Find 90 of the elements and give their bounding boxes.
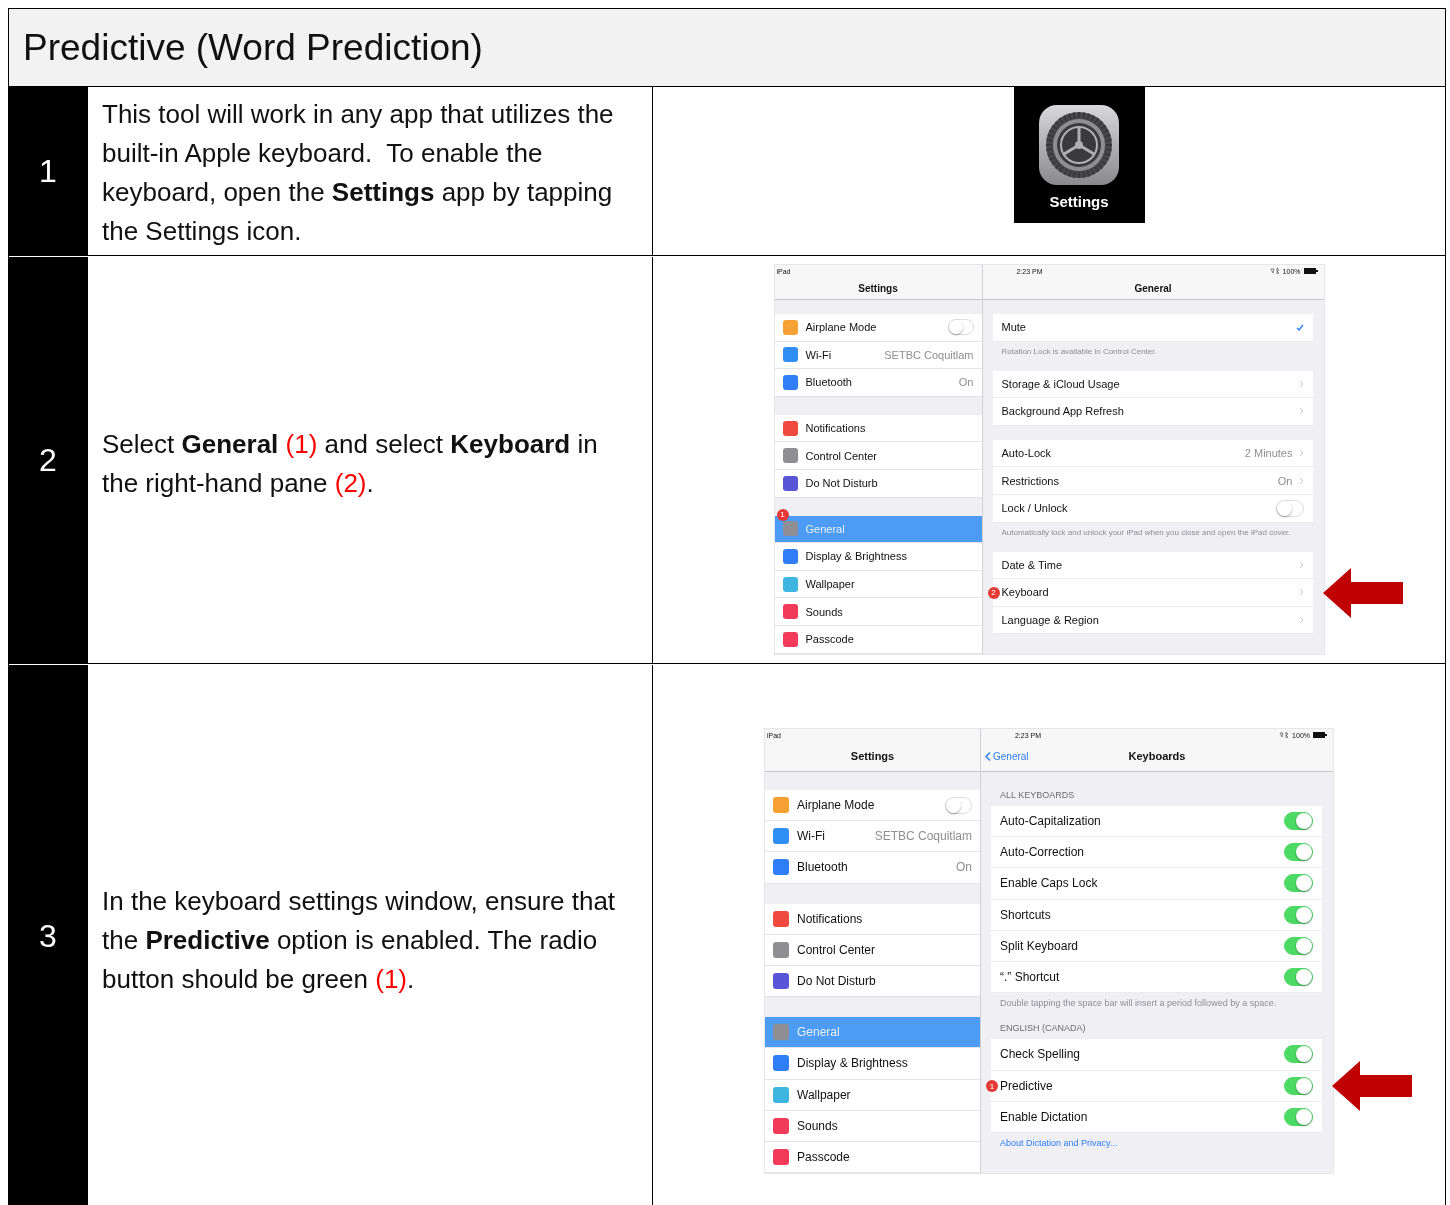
step-number: 2: [39, 442, 57, 479]
chevron-icon: [1298, 476, 1304, 485]
nav-title: Keyboards: [1128, 750, 1186, 762]
settings-row[interactable]: Enable Dictation: [991, 1101, 1322, 1133]
toggle-switch[interactable]: [1284, 1045, 1313, 1064]
battery-icon: [1303, 268, 1318, 274]
sidebar-item[interactable]: Display & Brightness: [765, 1048, 980, 1080]
row-value: On: [956, 860, 972, 875]
settings-row[interactable]: Background App Refresh: [992, 398, 1313, 426]
settings-row[interactable]: Lock / Unlock: [992, 494, 1313, 523]
chevron-icon: [1298, 449, 1304, 458]
settings-row[interactable]: Auto-Lock 2 Minutes: [992, 439, 1313, 468]
toggle-switch[interactable]: [1276, 499, 1304, 517]
settings-row[interactable]: Shortcuts: [991, 899, 1322, 931]
sidebar-item[interactable]: Passcode: [765, 1141, 980, 1174]
chevron-icon: [1298, 407, 1304, 416]
sidebar-item[interactable]: Bluetooth On: [765, 852, 980, 884]
settings-row[interactable]: Split Keyboard: [991, 930, 1322, 962]
row-value: 2 Minutes: [1244, 447, 1293, 460]
settings-row[interactable]: Restrictions On: [992, 467, 1313, 495]
toggle-switch[interactable]: [1284, 812, 1313, 831]
settings-row[interactable]: Mute: [992, 314, 1313, 342]
chevron-icon: [1298, 588, 1304, 597]
sidebar-item[interactable]: Notifications: [774, 414, 982, 443]
sidebar-item[interactable]: Passcode: [774, 625, 982, 654]
toggle-switch[interactable]: [944, 796, 972, 814]
nav-title: General: [1134, 282, 1172, 294]
sidebar-item[interactable]: Notifications: [765, 903, 980, 935]
row-value: On: [1277, 474, 1293, 487]
battery-icon: [1313, 732, 1327, 738]
sidebar-item[interactable]: Sounds: [774, 598, 982, 626]
toggle-switch[interactable]: [1284, 905, 1313, 924]
section-header: ENGLISH (CANADA): [999, 1023, 1087, 1036]
sidebar-item[interactable]: Sounds: [765, 1110, 980, 1142]
settings-row[interactable]: Auto-Correction: [991, 837, 1322, 869]
step-number: 3: [39, 917, 57, 955]
sidebar-item[interactable]: Wi-Fi SETBC Coquitlam: [774, 341, 982, 370]
settings-row[interactable]: “.” Shortcut: [991, 961, 1322, 994]
footer-note: Rotation Lock is available in Control Center.: [1000, 345, 1158, 357]
row-value: SETBC Coquitlam: [874, 829, 972, 844]
footer-note: Automatically lock and unlock your iPad when you close and open the iPad cover.: [1000, 526, 1292, 538]
toggle-switch[interactable]: [1284, 936, 1313, 955]
step-instruction: In the keyboard settings window, ensure that the Predictive option is enabled. The radio button should be green (1).: [102, 884, 617, 996]
row-value: On: [958, 376, 974, 389]
step-number: 1: [39, 153, 57, 190]
back-link[interactable]: General: [985, 750, 1029, 762]
step-instruction: Select General (1) and select Keyboard in the right-hand pane (2).: [102, 428, 599, 500]
step-instruction: This tool will work in any app that utilizes the built-in Apple keyboard. To enable the keyboard, open the Settings app by tapping the Settings icon.: [102, 98, 615, 248]
sidebar-item[interactable]: Do Not Disturb: [774, 469, 982, 498]
app-icon-label: Settings: [1049, 193, 1109, 210]
row-value: SETBC Coquitlam: [884, 348, 974, 361]
sidebar-item[interactable]: Wallpaper: [765, 1079, 980, 1111]
chevron-icon: [1298, 379, 1304, 388]
chevron-icon: [1298, 616, 1304, 625]
sidebar-item[interactable]: Airplane Mode: [765, 790, 980, 822]
chevron-icon: [1298, 560, 1304, 569]
page-title: Predictive (Word Prediction): [23, 26, 483, 69]
toggle-switch[interactable]: [1284, 1076, 1313, 1095]
sidebar-item[interactable]: Airplane Mode: [774, 314, 982, 342]
sidebar-item[interactable]: Wallpaper: [774, 570, 982, 599]
number-badge: 1: [776, 508, 789, 521]
status-icons: [1279, 732, 1290, 738]
sidebar-item[interactable]: Control Center: [765, 934, 980, 966]
back-chevron-icon: [985, 751, 991, 761]
toggle-switch[interactable]: [947, 319, 974, 336]
nav-title: Settings: [850, 750, 895, 762]
nav-title: Settings: [858, 282, 898, 294]
settings-row[interactable]: Language & Region: [992, 606, 1313, 635]
sidebar-item[interactable]: Do Not Disturb: [765, 965, 980, 998]
sidebar-item[interactable]: Wi-Fi SETBC Coquitlam: [765, 821, 980, 853]
sidebar-item[interactable]: Control Center: [774, 442, 982, 470]
toggle-switch[interactable]: [1284, 874, 1313, 893]
sidebar-item[interactable]: Bluetooth On: [774, 369, 982, 397]
footer-link[interactable]: About Dictation and Privacy...: [1000, 1137, 1118, 1148]
settings-row[interactable]: Date & Time: [992, 551, 1313, 580]
toggle-switch[interactable]: [1284, 843, 1313, 862]
number-badge: 2: [987, 586, 1000, 599]
checkmark-icon: [1295, 323, 1304, 331]
settings-row[interactable]: Auto-Capitalization: [991, 806, 1322, 838]
footer-note: Double tapping the space bar will insert a period followed by a space.: [999, 997, 1278, 1010]
number-badge: 1: [986, 1080, 998, 1093]
settings-row[interactable]: Check Spelling: [991, 1039, 1322, 1071]
section-header: ALL KEYBOARDS: [999, 790, 1076, 802]
settings-row[interactable]: Storage & iCloud Usage: [992, 370, 1313, 399]
toggle-switch[interactable]: [1284, 1107, 1313, 1126]
status-icons: [1269, 268, 1280, 274]
toggle-switch[interactable]: [1284, 968, 1313, 987]
sidebar-item[interactable]: Display & Brightness: [774, 543, 982, 571]
settings-row[interactable]: Enable Caps Lock: [991, 868, 1322, 900]
settings-icon[interactable]: [1039, 105, 1119, 185]
